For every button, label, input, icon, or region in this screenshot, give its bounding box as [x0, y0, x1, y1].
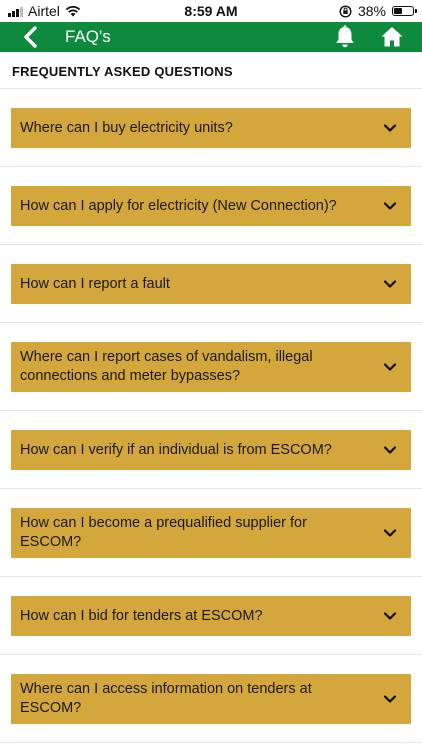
battery-fill — [394, 8, 402, 14]
faq-row: Where can I report cases of vandalism, i… — [0, 322, 422, 410]
chevron-down-icon — [383, 612, 397, 620]
chevron-down-icon — [383, 529, 397, 537]
faq-item[interactable]: Where can I buy electricity units? — [11, 108, 411, 148]
faq-row: How can I become a prequalified supplier… — [0, 488, 422, 576]
app-header: FAQ's — [0, 22, 422, 52]
faq-row: How can I report a fault — [0, 244, 422, 322]
faq-item[interactable]: Where can I access information on tender… — [11, 674, 411, 724]
chevron-down-icon — [383, 363, 397, 371]
faq-row: How can I apply for electricity (New Con… — [0, 166, 422, 244]
bell-icon[interactable] — [333, 24, 357, 50]
status-bar: Airtel 8:59 AM 38% — [0, 0, 422, 22]
faq-question: Where can I access information on tender… — [20, 681, 312, 716]
faq-item[interactable]: How can I become a prequalified supplier… — [11, 508, 411, 558]
faq-item[interactable]: How can I verify if an individual is fro… — [11, 430, 411, 470]
status-right: 38% — [339, 3, 417, 19]
home-icon[interactable] — [380, 25, 404, 49]
faq-row: How can I verify if an individual is fro… — [0, 410, 422, 488]
orientation-lock-icon — [339, 4, 352, 18]
battery-icon — [392, 6, 417, 16]
list-bottom-divider — [0, 742, 422, 743]
chevron-down-icon — [383, 124, 397, 132]
faq-list: Where can I buy electricity units? How c… — [0, 88, 422, 742]
chevron-down-icon — [383, 280, 397, 288]
faq-question: How can I apply for electricity (New Con… — [20, 197, 337, 214]
battery-percent: 38% — [357, 3, 386, 19]
faq-question: How can I bid for tenders at ESCOM? — [20, 607, 263, 624]
section-title: FREQUENTLY ASKED QUESTIONS — [12, 64, 233, 79]
faq-row: Where can I access information on tender… — [0, 654, 422, 742]
faq-row: How can I bid for tenders at ESCOM? — [0, 576, 422, 654]
faq-question: Where can I report cases of vandalism, i… — [20, 349, 313, 384]
faq-row: Where can I buy electricity units? — [0, 88, 422, 166]
page-title: FAQ's — [65, 27, 111, 46]
faq-question: How can I verify if an individual is fro… — [20, 441, 332, 458]
faq-item[interactable]: How can I apply for electricity (New Con… — [11, 186, 411, 226]
chevron-down-icon — [383, 695, 397, 703]
chevron-down-icon — [383, 446, 397, 454]
faq-question: How can I report a fault — [20, 275, 170, 292]
faq-question: How can I become a prequalified supplier… — [20, 515, 307, 550]
faq-question: Where can I buy electricity units? — [20, 119, 233, 136]
back-icon[interactable] — [20, 25, 42, 49]
chevron-down-icon — [383, 202, 397, 210]
faq-item[interactable]: How can I report a fault — [11, 264, 411, 304]
faq-item[interactable]: How can I bid for tenders at ESCOM? — [11, 596, 411, 636]
faq-item[interactable]: Where can I report cases of vandalism, i… — [11, 342, 411, 392]
